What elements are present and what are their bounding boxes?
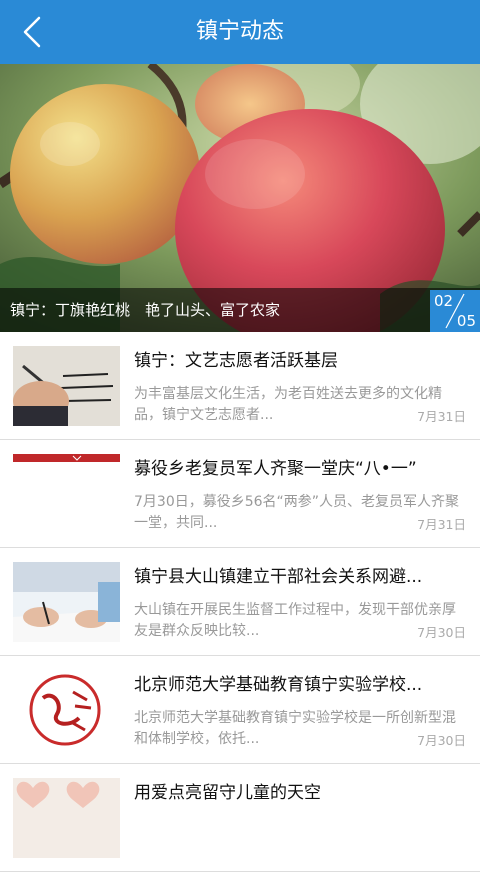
news-thumbnail bbox=[13, 562, 120, 642]
news-thumbnail bbox=[13, 778, 120, 858]
top-bar: 镇宁动态 bbox=[0, 0, 480, 64]
news-item[interactable]: 用爱点亮留守儿童的天空 bbox=[0, 764, 480, 872]
news-thumbnail bbox=[13, 670, 120, 750]
page-title: 镇宁动态 bbox=[195, 19, 284, 44]
news-item[interactable]: 镇宁：文艺志愿者活跃基层 为丰富基层文化生活，为老百姓送去更多的文化精品，镇宁文… bbox=[0, 332, 480, 440]
news-item[interactable]: 募役乡老复员军人齐聚一堂庆“八•一” 7月30日，募役乡56名“两参”人员、老复… bbox=[0, 440, 480, 548]
news-date: 7月31日 bbox=[413, 514, 466, 533]
banner-carousel[interactable]: 镇宁：丁旗艳红桃 艳了山头、富了农家 02 05 bbox=[0, 64, 480, 332]
news-date: 7月30日 bbox=[413, 622, 466, 641]
news-thumbnail bbox=[13, 346, 120, 426]
news-title: 北京师范大学基础教育镇宁实验学校... bbox=[134, 675, 423, 695]
banner-caption: 镇宁：丁旗艳红桃 艳了山头、富了农家 bbox=[10, 301, 281, 319]
page-total: 05 bbox=[456, 312, 476, 330]
news-thumbnail bbox=[13, 454, 120, 534]
page-current: 02 bbox=[434, 292, 454, 310]
news-title: 用爱点亮留守儿童的天空 bbox=[134, 783, 321, 803]
news-title: 镇宁：文艺志愿者活跃基层 bbox=[134, 351, 338, 371]
news-item[interactable]: 镇宁县大山镇建立干部社会关系网避... 大山镇在开展民生监督工作过程中，发现干部… bbox=[0, 548, 480, 656]
banner-page-indicator: 02 05 bbox=[430, 290, 480, 332]
news-date: 7月31日 bbox=[413, 406, 466, 425]
news-title: 募役乡老复员军人齐聚一堂庆“八•一” bbox=[134, 459, 417, 479]
news-title: 镇宁县大山镇建立干部社会关系网避... bbox=[134, 567, 423, 587]
news-list: 镇宁：文艺志愿者活跃基层 为丰富基层文化生活，为老百姓送去更多的文化精品，镇宁文… bbox=[0, 332, 480, 872]
news-date: 7月30日 bbox=[413, 730, 466, 749]
news-item[interactable]: 北京师范大学基础教育镇宁实验学校... 北京师范大学基础教育镇宁实验学校是一所创… bbox=[0, 656, 480, 764]
